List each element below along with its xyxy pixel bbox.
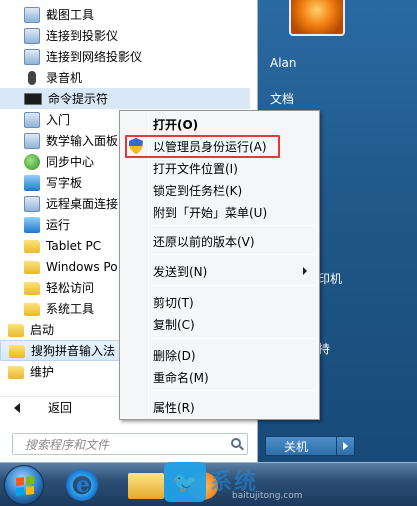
ctx-properties[interactable]: 属性(R) <box>122 397 317 417</box>
cmd-icon <box>24 92 42 105</box>
remote-desktop-icon <box>24 195 40 212</box>
microphone-icon <box>28 70 36 85</box>
right-item-documents[interactable]: 文档 <box>270 90 294 107</box>
user-avatar[interactable] <box>289 0 345 36</box>
shutdown-button[interactable]: 关机 <box>265 436 337 456</box>
ctx-open-file-location[interactable]: 打开文件位置(I) <box>122 158 317 178</box>
windows-logo-icon <box>16 476 34 496</box>
watermark-url: baitujitong.com <box>232 491 303 501</box>
ctx-separator <box>151 285 315 286</box>
ctx-pin-to-start[interactable]: 附到「开始」菜单(U) <box>122 202 317 222</box>
folder-icon <box>24 261 40 274</box>
program-connect-projector[interactable]: 连接到投影仪 <box>0 25 250 46</box>
ctx-copy[interactable]: 复制(C) <box>122 314 317 334</box>
right-item-devices-printers[interactable]: 印机 <box>318 270 342 287</box>
scissors-icon <box>24 6 40 23</box>
folder-icon <box>24 240 40 253</box>
shutdown-options-button[interactable] <box>337 436 355 456</box>
network-projector-icon <box>24 48 40 65</box>
ctx-separator <box>151 254 315 255</box>
folder-icon <box>9 345 25 358</box>
ctx-rename[interactable]: 重命名(M) <box>122 367 317 387</box>
program-connect-network-projector[interactable]: 连接到网络投影仪 <box>0 46 250 67</box>
folder-icon <box>24 303 40 316</box>
search-icon <box>231 438 241 448</box>
program-sound-recorder[interactable]: 录音机 <box>0 67 250 88</box>
folder-icon <box>8 366 24 379</box>
right-item-user[interactable]: Alan <box>270 56 297 70</box>
start-button[interactable] <box>4 465 44 505</box>
search-input[interactable]: 搜索程序和文件 <box>12 433 248 455</box>
ctx-restore-previous[interactable]: 还原以前的版本(V) <box>122 231 317 251</box>
run-icon <box>24 216 40 233</box>
program-snipping-tool[interactable]: 截图工具 <box>0 4 250 25</box>
projector-icon <box>24 27 40 44</box>
math-input-icon <box>24 132 40 149</box>
submenu-arrow-icon <box>303 267 307 275</box>
shutdown-group: 关机 <box>265 436 357 456</box>
ctx-separator <box>151 338 315 339</box>
ctx-cut[interactable]: 剪切(T) <box>122 292 317 312</box>
ctx-delete[interactable]: 删除(D) <box>122 345 317 365</box>
program-command-prompt[interactable]: 命令提示符 <box>0 88 250 109</box>
folder-icon <box>24 282 40 295</box>
sync-center-icon <box>24 153 40 170</box>
back-arrow-icon <box>14 402 20 413</box>
ctx-separator <box>151 390 315 391</box>
getting-started-icon <box>24 111 40 128</box>
ctx-open[interactable]: 打开(O) <box>122 114 317 134</box>
ctx-pin-to-taskbar[interactable]: 锁定到任务栏(K) <box>122 180 317 200</box>
highlight-annotation-box <box>125 135 280 158</box>
taskbar: e <box>0 462 417 506</box>
watermark-bird-icon: 🐦 <box>164 462 206 502</box>
ctx-separator <box>151 225 315 226</box>
internet-explorer-letter-icon: e <box>76 472 90 498</box>
folder-icon <box>8 324 24 337</box>
chevron-right-icon <box>343 442 348 450</box>
ctx-send-to[interactable]: 发送到(N) <box>122 261 317 281</box>
wordpad-icon <box>24 174 40 191</box>
explorer-folder-icon[interactable] <box>128 473 164 499</box>
